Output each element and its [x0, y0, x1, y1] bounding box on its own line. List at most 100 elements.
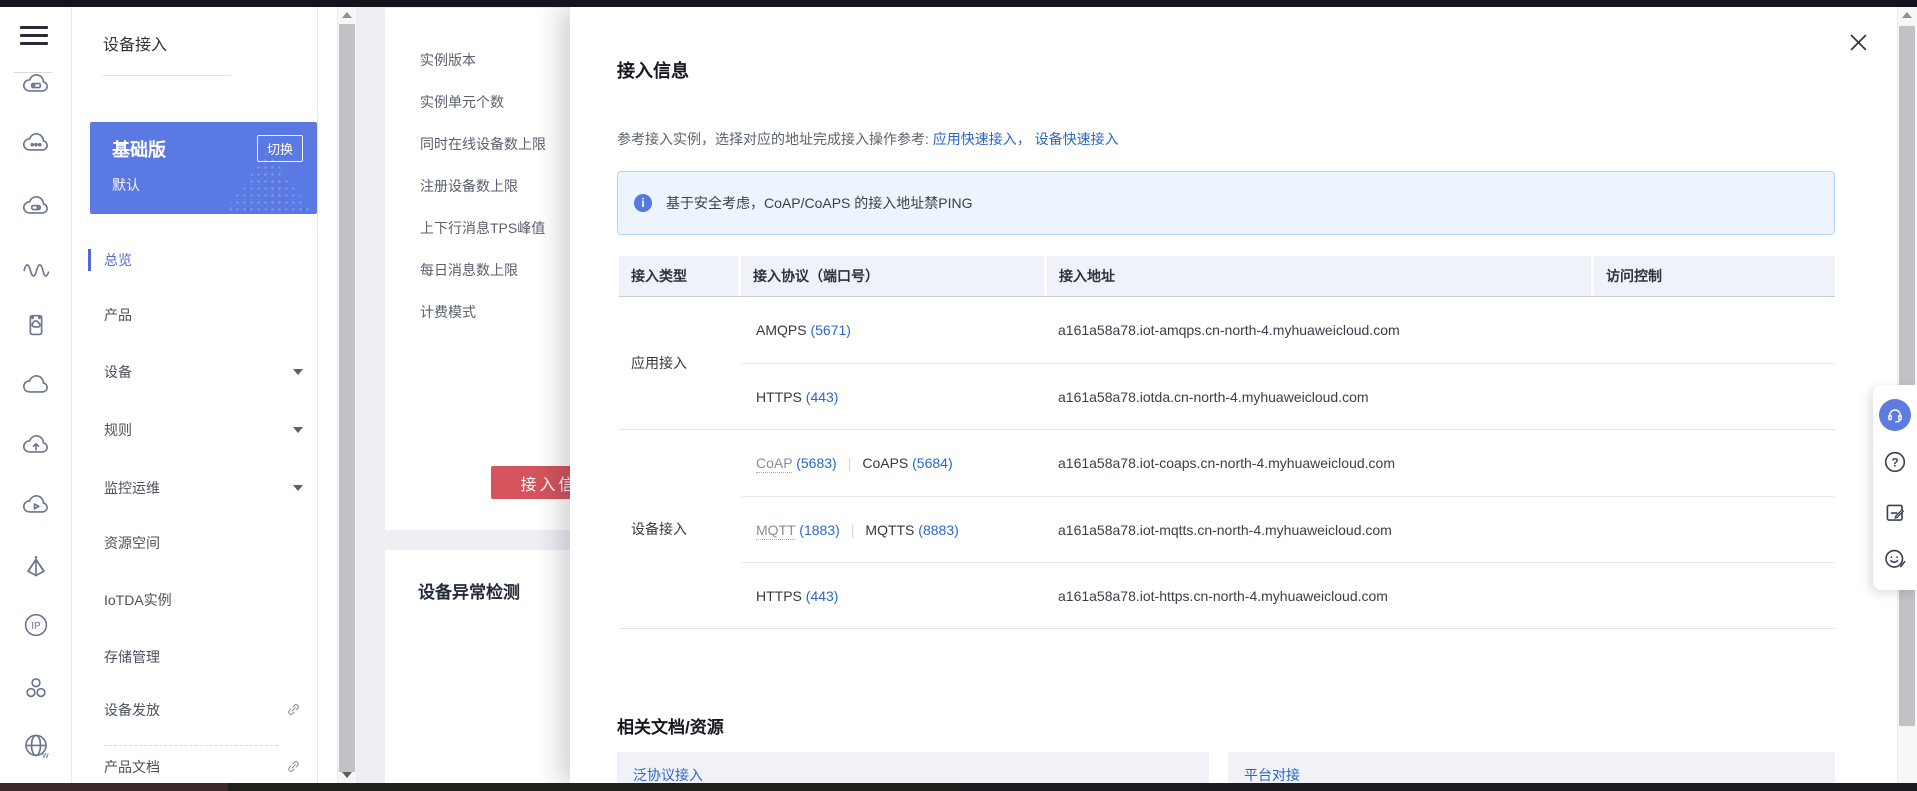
chevron-down-icon[interactable]: [293, 369, 303, 375]
app-quick-access-link[interactable]: 应用快速接入: [933, 131, 1017, 147]
sidebar-item-8[interactable]: 存储管理: [88, 646, 318, 668]
sidebar-item-label: 产品: [104, 307, 132, 323]
cloud-icon[interactable]: [19, 368, 53, 402]
port-link[interactable]: (5671): [810, 322, 850, 338]
table-row: MQTT (1883) | MQTTS (8883) a161a58a78.iot-m…: [741, 496, 1835, 562]
feedback-form-icon[interactable]: [1879, 497, 1911, 529]
sidebar-item-9[interactable]: 设备发放: [88, 699, 318, 721]
port-link[interactable]: (5684): [912, 455, 952, 471]
resource-link[interactable]: 泛协议接入: [633, 767, 703, 783]
cloud-server-icon[interactable]: [19, 67, 53, 101]
protocol-name: HTTPS: [756, 587, 802, 604]
address-cell: a161a58a78.iot-mqtts.cn-north-4.myhuawei…: [1058, 521, 1392, 538]
hamburger-menu-icon[interactable]: [20, 21, 48, 47]
globe-icon[interactable]: w: [19, 729, 53, 763]
sidebar-item-label: 资源空间: [104, 535, 160, 551]
spec-label: 注册设备数上限: [420, 178, 518, 194]
protocol-name: AMQPS: [756, 322, 807, 338]
protocol-cell: HTTPS (443): [741, 389, 1047, 405]
external-link-icon: [285, 758, 302, 775]
spec-label: 实例单元个数: [420, 94, 504, 110]
sidebar: 设备接入 基础版 切换 默认 总览 产品 设备 规则 监控运维 资源空间 IoTDA实例 存储…: [72, 7, 318, 783]
spec-label: 每日消息数上限: [420, 262, 518, 278]
sidebar-item-label: 监控运维: [104, 480, 160, 496]
address-cell: a161a58a78.iotda.cn-north-4.myhuaweiclou…: [1058, 388, 1369, 405]
plan-subtitle: 默认: [112, 177, 140, 193]
device-quick-access-link[interactable]: 设备快速接入: [1035, 131, 1119, 147]
table-row: AMQPS (5671) a161a58a78.iot-amqps.cn-nort…: [741, 297, 1835, 363]
sidebar-title: 设备接入: [103, 37, 168, 54]
table-row: HTTPS (443) a161a58a78.iot-https.cn-north…: [741, 562, 1835, 628]
cloud-upload-icon[interactable]: [19, 428, 53, 462]
protocol-name[interactable]: MQTT: [756, 521, 796, 540]
menu-divider: [104, 745, 278, 746]
page-scrollbar[interactable]: [337, 7, 357, 783]
table-group: 应用接入 AMQPS (5671) a161a58a78.iot-amqps.cn-…: [619, 297, 1835, 429]
port-link[interactable]: (443): [806, 389, 839, 405]
svg-text:?: ?: [1891, 455, 1898, 469]
protocol-cell: HTTPS (443): [741, 588, 1047, 604]
table-header-cell: 接入协议（端口号）: [741, 256, 1044, 296]
device-panel-icon[interactable]: [19, 308, 53, 342]
port-link[interactable]: (443): [806, 588, 839, 604]
scrollbar-thumb[interactable]: [1899, 26, 1915, 726]
message-waves-icon[interactable]: [19, 249, 53, 283]
protocol-name[interactable]: CoAP: [756, 455, 793, 473]
sidebar-item-label: 存储管理: [104, 649, 160, 665]
sidebar-item-1[interactable]: 总览: [88, 249, 318, 271]
scroll-up-arrow[interactable]: [1898, 7, 1916, 23]
table-header-cell: 接入类型: [619, 256, 738, 296]
access-info-dialog: 接入信息 参考接入实例，选择对应的地址完成接入操作参考: 应用快速接入， 设备快…: [570, 7, 1897, 783]
scroll-up-arrow[interactable]: [338, 7, 356, 23]
sidebar-divider: [103, 75, 231, 76]
resource-link[interactable]: 平台对接: [1244, 767, 1300, 783]
protocol-cell: MQTT (1883) | MQTTS (8883): [741, 521, 1047, 540]
sidebar-item-5[interactable]: 监控运维: [88, 477, 318, 499]
sidebar-item-2[interactable]: 产品: [88, 304, 318, 326]
address-cell: a161a58a78.iot-coaps.cn-north-4.myhuawei…: [1058, 455, 1395, 471]
port-link[interactable]: (8883): [918, 522, 958, 538]
sidebar-item-label: 设备发放: [104, 702, 160, 718]
scroll-down-arrow[interactable]: [338, 767, 356, 783]
dialog-description: 参考接入实例，选择对应的地址完成接入操作参考: 应用快速接入， 设备快速接入: [617, 129, 1119, 149]
access-type-cell: 设备接入: [631, 521, 687, 537]
close-icon[interactable]: [1847, 33, 1869, 55]
protocol-name: HTTPS: [756, 388, 802, 405]
prism-icon[interactable]: [19, 549, 53, 583]
ip-icon[interactable]: IP: [19, 608, 53, 642]
port-link[interactable]: (5683): [796, 455, 836, 471]
chevron-down-icon[interactable]: [293, 427, 303, 433]
help-dock: ?: [1873, 385, 1917, 590]
cloud-play-icon[interactable]: [19, 488, 53, 522]
info-banner: i 基于安全考虑，CoAP/CoAPS 的接入地址禁PING: [617, 171, 1835, 235]
address-cell: a161a58a78.iot-amqps.cn-north-4.myhuawei…: [1058, 322, 1400, 338]
support-headset-icon[interactable]: [1879, 399, 1911, 431]
sidebar-item-7[interactable]: IoTDA实例: [88, 589, 318, 611]
bottom-bar: [0, 783, 1917, 791]
spec-label: 上下行消息TPS峰值: [420, 220, 546, 236]
protocol-name: CoAPS: [862, 455, 909, 471]
survey-smiley-icon[interactable]: [1879, 543, 1911, 575]
cloud-console-icon[interactable]: [19, 189, 53, 223]
table-row: CoAP (5683) | CoAPS (5684) a161a58a78.iot-c…: [741, 430, 1835, 496]
sidebar-item-4[interactable]: 规则: [88, 419, 318, 441]
resource-card: 泛协议接入: [617, 752, 1209, 783]
sidebar-item-10[interactable]: 产品文档: [88, 756, 318, 778]
sidebar-item-3[interactable]: 设备: [88, 361, 318, 383]
table-header-cell: 访问控制: [1594, 256, 1835, 296]
resource-card: 平台对接: [1228, 752, 1835, 783]
address-cell: a161a58a78.iot-https.cn-north-4.myhuawei…: [1058, 587, 1388, 604]
cluster-icon[interactable]: [19, 671, 53, 705]
chevron-down-icon[interactable]: [293, 485, 303, 491]
cloud-ellipsis-icon[interactable]: [19, 126, 53, 160]
sidebar-item-6[interactable]: 资源空间: [88, 532, 318, 554]
help-question-icon[interactable]: ?: [1879, 446, 1911, 478]
svg-text:IP: IP: [31, 621, 41, 632]
top-bar: [0, 0, 1917, 7]
port-link[interactable]: (1883): [799, 522, 839, 538]
sidebar-item-label: 产品文档: [104, 759, 160, 775]
external-link-icon: [285, 701, 302, 718]
protocol-separator: |: [850, 521, 855, 538]
plan-name: 基础版: [112, 140, 166, 160]
scrollbar-thumb[interactable]: [339, 24, 355, 772]
